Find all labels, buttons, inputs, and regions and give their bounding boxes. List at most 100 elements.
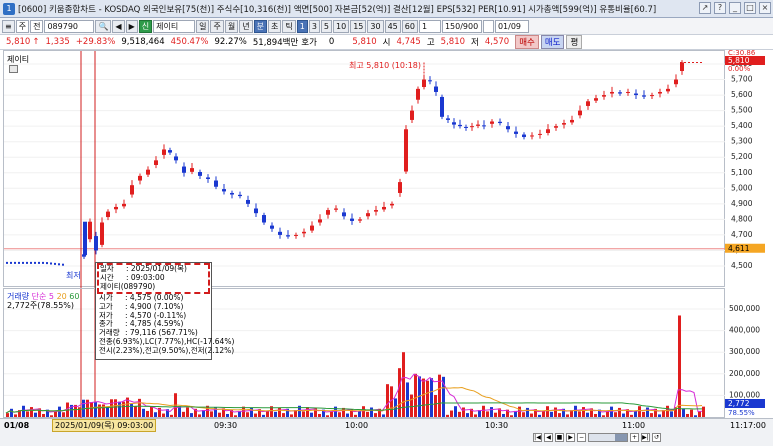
- market-select[interactable]: 전: [30, 19, 44, 33]
- interval-60[interactable]: 60: [401, 19, 418, 33]
- volume-bar: [666, 405, 669, 417]
- mode-select[interactable]: 주: [15, 19, 30, 33]
- volume-bar: [510, 415, 513, 417]
- reset-button[interactable]: ↺: [652, 433, 661, 442]
- period-day[interactable]: 일: [196, 19, 210, 33]
- pct-axis-label: 0.00%: [728, 65, 751, 73]
- candle-body: [130, 185, 134, 195]
- minimize-button[interactable]: _: [729, 2, 741, 14]
- tick-0930: 09:30: [214, 421, 238, 430]
- volume-bar: [142, 408, 145, 417]
- close-button[interactable]: ×: [759, 2, 771, 14]
- volume-current-label: 2,772: [728, 399, 750, 408]
- period-month[interactable]: 월: [224, 19, 239, 33]
- interval-5[interactable]: 5: [320, 19, 333, 33]
- volume: 9,518,464: [121, 37, 165, 47]
- high-label: 고: [426, 38, 435, 48]
- period-tick[interactable]: 틱: [282, 19, 296, 33]
- period-second[interactable]: 초: [267, 19, 282, 33]
- high-annotation: 최고 5,810 (10:18): [349, 61, 422, 70]
- volume-axis-label: 300,000: [729, 347, 760, 356]
- candle-body: [154, 160, 158, 165]
- candle-body: [498, 121, 502, 124]
- volume-bar: [290, 414, 293, 417]
- volume-bar: [670, 411, 673, 417]
- interval-45[interactable]: 45: [384, 19, 401, 33]
- volume-bar: [154, 412, 157, 417]
- change-rate: +29.83%: [75, 37, 116, 47]
- prev-day-dot: [38, 261, 40, 264]
- next-stock-button[interactable]: ▶: [125, 19, 138, 33]
- maximize-button[interactable]: □: [744, 2, 756, 14]
- volume-bar: [374, 413, 377, 417]
- candle-body: [578, 110, 582, 116]
- candle-body: [318, 219, 322, 223]
- volume-bar: [658, 414, 661, 417]
- volume-bar: [434, 394, 437, 417]
- zoom-in-button[interactable]: +: [630, 433, 639, 442]
- volume-bar: [602, 415, 605, 417]
- prev-stock-button[interactable]: ◀: [112, 19, 125, 33]
- interval-1[interactable]: 1: [296, 19, 308, 33]
- date-input[interactable]: 01/09: [494, 19, 529, 33]
- scroll-next-button[interactable]: ▶: [566, 433, 575, 442]
- search-icon[interactable]: 🔍: [95, 19, 112, 33]
- period-minute[interactable]: 분: [253, 19, 267, 33]
- interval-30[interactable]: 30: [367, 19, 384, 33]
- prev-day-dot: [50, 262, 52, 265]
- price-axis-label: 5,600: [731, 90, 753, 99]
- volume-bar: [254, 413, 257, 417]
- candle-body: [658, 91, 662, 94]
- date-checkbox[interactable]: [482, 19, 494, 33]
- volume-bar: [430, 378, 433, 417]
- sell-button[interactable]: 매도: [540, 35, 565, 49]
- volume-bar: [98, 404, 101, 417]
- scrollbar[interactable]: [588, 433, 628, 442]
- volume-bar: [526, 407, 529, 417]
- price-chart-pane[interactable]: 제이티 최고 5,810 (10:18) 최저: [3, 50, 726, 288]
- period-year[interactable]: 년: [239, 19, 253, 33]
- scroll-first-button[interactable]: |◀: [533, 433, 542, 442]
- stock-code-input[interactable]: 089790: [44, 19, 95, 33]
- zoom-out-button[interactable]: −: [577, 433, 586, 442]
- price-axis-label: 5,200: [731, 152, 753, 161]
- scroll-prev-button[interactable]: ◀: [544, 433, 553, 442]
- price-axis-label: 5,400: [731, 121, 753, 130]
- count-input[interactable]: 150/900: [441, 19, 482, 33]
- scroll-last-button[interactable]: ▶|: [641, 433, 650, 442]
- menu-icon[interactable]: ≡: [2, 19, 15, 33]
- help-button[interactable]: ?: [714, 2, 726, 14]
- interval-10[interactable]: 10: [333, 19, 350, 33]
- flat-button[interactable]: 평: [566, 35, 583, 49]
- link-icon[interactable]: ↗: [699, 2, 711, 14]
- volume-bar: [482, 405, 485, 417]
- candle-body: [168, 150, 172, 153]
- interval-input[interactable]: 1: [418, 19, 441, 33]
- prev-day-dot: [54, 262, 56, 265]
- volume-bar: [426, 380, 429, 417]
- volume-bar: [234, 415, 237, 417]
- current-price-axis-label: 5,810: [728, 56, 750, 65]
- candle-body: [650, 95, 654, 97]
- low-value: 4,570: [484, 37, 510, 47]
- volume-bar: [530, 413, 533, 417]
- volume-bar: [682, 408, 685, 417]
- volume-bar: [578, 411, 581, 417]
- volume-bar: [346, 413, 349, 417]
- volume-bar: [594, 413, 597, 417]
- price-chart[interactable]: [4, 51, 726, 288]
- period-week[interactable]: 주: [210, 19, 224, 33]
- volume-bar: [638, 406, 641, 417]
- volume-bar: [42, 413, 45, 417]
- scrollbar-thumb[interactable]: [615, 434, 627, 441]
- volume-bar: [694, 415, 697, 417]
- current-price: 5,810: [6, 37, 31, 47]
- stop-button[interactable]: ■: [555, 433, 564, 442]
- candle-body: [458, 124, 462, 127]
- buy-button[interactable]: 매수: [515, 35, 539, 49]
- interval-15[interactable]: 15: [350, 19, 367, 33]
- volume-bar: [62, 412, 65, 417]
- candle-body: [506, 126, 510, 130]
- interval-3[interactable]: 3: [308, 19, 320, 33]
- collapse-toggle[interactable]: [9, 65, 18, 73]
